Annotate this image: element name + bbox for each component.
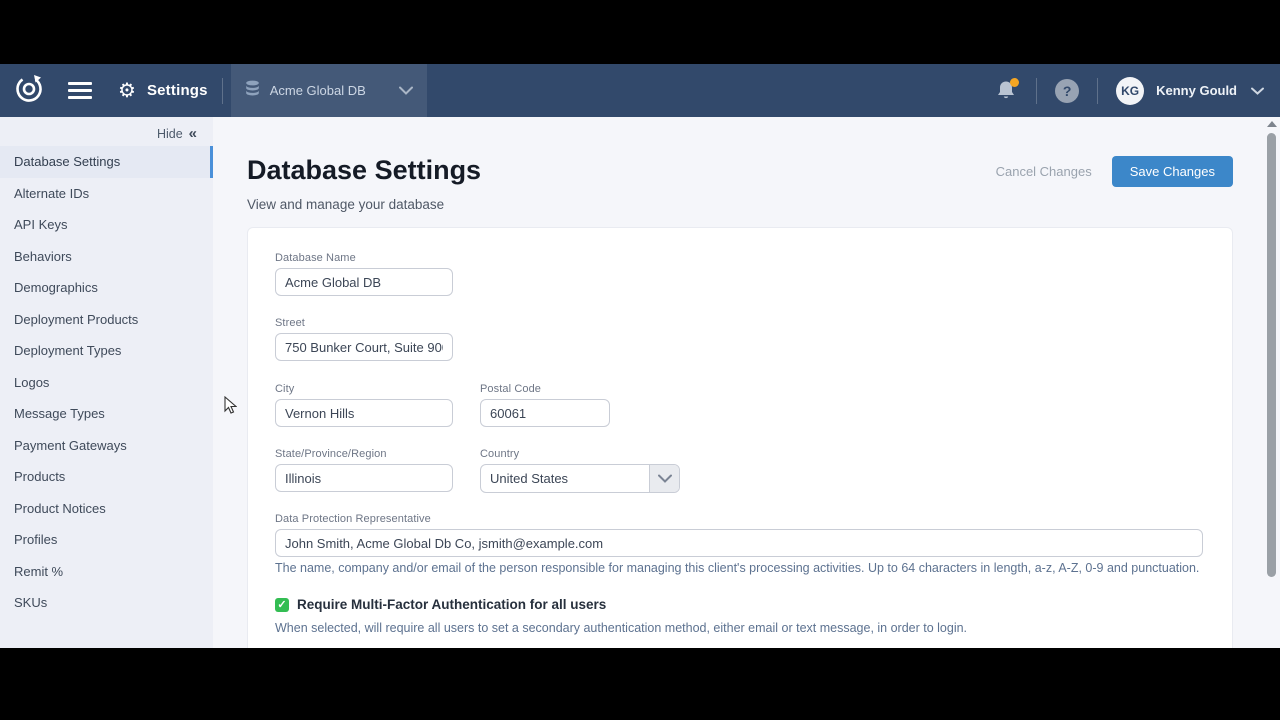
street-label: Street xyxy=(275,317,305,329)
header-actions: Cancel Changes Save Changes xyxy=(996,156,1233,187)
sidebar-item-label: Logos xyxy=(14,375,49,390)
mfa-row: ✓ Require Multi-Factor Authentication fo… xyxy=(275,597,606,612)
city-input[interactable] xyxy=(275,399,453,427)
sidebar-item-label: Payment Gateways xyxy=(14,438,127,453)
settings-form-card: Database Name Street City Postal Code St… xyxy=(247,227,1233,648)
sidebar-item-alternate-ids[interactable]: Alternate IDs xyxy=(0,178,213,210)
chevron-down-icon xyxy=(1251,82,1264,100)
user-menu[interactable]: KG Kenny Gould xyxy=(1116,77,1264,105)
postal-code-input[interactable] xyxy=(480,399,610,427)
nav-settings[interactable]: ⚙ Settings xyxy=(118,81,208,101)
sidebar-item-deployment-products[interactable]: Deployment Products xyxy=(0,304,213,336)
sidebar-item-product-notices[interactable]: Product Notices xyxy=(0,493,213,525)
sidebar-item-label: SKUs xyxy=(14,595,47,610)
country-select[interactable]: United States xyxy=(480,464,680,493)
main-content: Database Settings View and manage your d… xyxy=(213,117,1280,648)
state-label: State/Province/Region xyxy=(275,448,387,460)
cancel-changes-button[interactable]: Cancel Changes xyxy=(996,164,1092,179)
scroll-up-arrow[interactable] xyxy=(1267,121,1277,127)
collapse-double-chevron-icon: « xyxy=(189,125,197,142)
sidebar-item-label: API Keys xyxy=(14,217,67,232)
nav-divider xyxy=(222,78,223,104)
notification-dot xyxy=(1010,78,1019,87)
navbar-right-group: ? KG Kenny Gould xyxy=(996,77,1280,105)
sidebar-item-label: Database Settings xyxy=(14,154,120,169)
help-icon[interactable]: ? xyxy=(1055,79,1079,103)
sidebar-item-profiles[interactable]: Profiles xyxy=(0,524,213,556)
page-title: Database Settings xyxy=(247,155,481,186)
sidebar-item-label: Alternate IDs xyxy=(14,186,89,201)
sidebar-item-label: Profiles xyxy=(14,532,57,547)
mfa-description: When selected, will require all users to… xyxy=(275,621,1209,635)
help-glyph: ? xyxy=(1063,83,1072,99)
sidebar: Hide « Database Settings Alternate IDs A… xyxy=(0,117,213,648)
country-select-value: United States xyxy=(481,471,649,486)
database-icon xyxy=(245,80,260,102)
sidebar-item-label: Product Notices xyxy=(14,501,106,516)
database-name-input[interactable] xyxy=(275,268,453,296)
city-label: City xyxy=(275,383,294,395)
sidebar-item-logos[interactable]: Logos xyxy=(0,367,213,399)
checkmark-icon: ✓ xyxy=(277,598,286,611)
user-name: Kenny Gould xyxy=(1156,83,1237,98)
sidebar-item-remit-percent[interactable]: Remit % xyxy=(0,556,213,588)
nav-divider xyxy=(1036,78,1037,104)
database-selector-value: Acme Global DB xyxy=(270,83,366,98)
data-protection-representative-input[interactable] xyxy=(275,529,1203,557)
app-window: ⚙ Settings Acme Global DB xyxy=(0,64,1280,648)
nav-divider xyxy=(1097,78,1098,104)
sidebar-item-label: Behaviors xyxy=(14,249,72,264)
hamburger-menu-icon[interactable] xyxy=(68,82,92,99)
mfa-label: Require Multi-Factor Authentication for … xyxy=(297,597,606,612)
brand-logo-icon xyxy=(13,72,45,109)
top-navbar: ⚙ Settings Acme Global DB xyxy=(0,64,1280,117)
avatar-initials: KG xyxy=(1121,84,1139,98)
sidebar-item-message-types[interactable]: Message Types xyxy=(0,398,213,430)
database-selector-dropdown[interactable]: Acme Global DB xyxy=(231,64,427,117)
scrollbar-thumb[interactable] xyxy=(1267,133,1276,577)
postal-code-label: Postal Code xyxy=(480,383,541,395)
screen: ⚙ Settings Acme Global DB xyxy=(0,0,1280,720)
sidebar-item-label: Remit % xyxy=(14,564,63,579)
database-name-label: Database Name xyxy=(275,252,356,264)
country-label: Country xyxy=(480,448,519,460)
sidebar-item-label: Products xyxy=(14,469,65,484)
select-caret-button[interactable] xyxy=(649,465,679,492)
sidebar-item-payment-gateways[interactable]: Payment Gateways xyxy=(0,430,213,462)
hide-label: Hide xyxy=(157,127,183,141)
data-protection-representative-help: The name, company and/or email of the pe… xyxy=(275,561,1209,575)
sidebar-item-deployment-types[interactable]: Deployment Types xyxy=(0,335,213,367)
sidebar-item-behaviors[interactable]: Behaviors xyxy=(0,241,213,273)
brand-logo[interactable] xyxy=(12,74,46,108)
state-input[interactable] xyxy=(275,464,453,492)
chevron-down-icon xyxy=(399,82,413,100)
nav-settings-label: Settings xyxy=(147,82,208,99)
data-protection-representative-label: Data Protection Representative xyxy=(275,513,431,525)
sidebar-item-label: Message Types xyxy=(14,406,105,421)
sidebar-item-demographics[interactable]: Demographics xyxy=(0,272,213,304)
sidebar-item-skus[interactable]: SKUs xyxy=(0,587,213,619)
sidebar-item-label: Deployment Types xyxy=(14,343,121,358)
avatar: KG xyxy=(1116,77,1144,105)
sidebar-item-products[interactable]: Products xyxy=(0,461,213,493)
vertical-scrollbar[interactable] xyxy=(1265,117,1279,648)
sidebar-hide-button[interactable]: Hide « xyxy=(0,117,213,146)
mfa-checkbox[interactable]: ✓ xyxy=(275,598,289,612)
page-subtitle: View and manage your database xyxy=(247,197,444,212)
save-changes-button[interactable]: Save Changes xyxy=(1112,156,1233,187)
sidebar-item-label: Deployment Products xyxy=(14,312,138,327)
notifications-bell-icon[interactable] xyxy=(996,80,1018,102)
sidebar-item-database-settings[interactable]: Database Settings xyxy=(0,146,213,178)
sidebar-item-label: Demographics xyxy=(14,280,98,295)
gear-icon: ⚙ xyxy=(118,81,136,101)
street-input[interactable] xyxy=(275,333,453,361)
sidebar-item-api-keys[interactable]: API Keys xyxy=(0,209,213,241)
